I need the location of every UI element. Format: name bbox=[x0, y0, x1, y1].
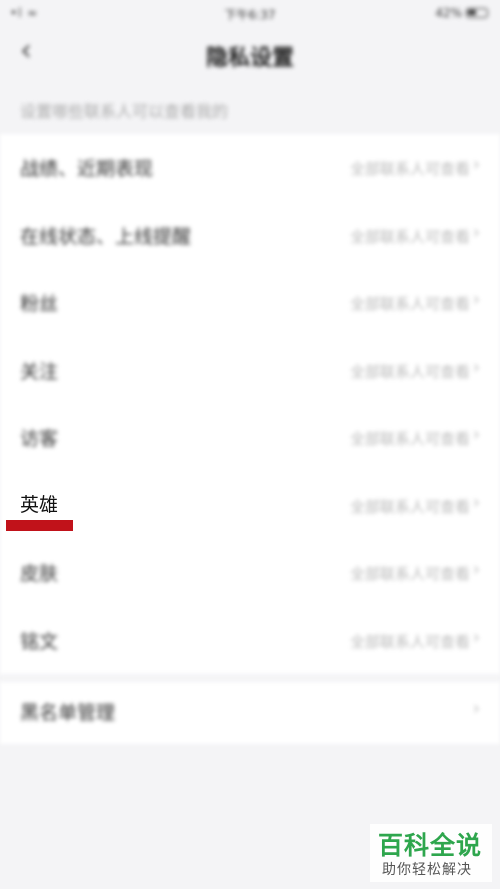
chevron-right-icon: › bbox=[472, 154, 480, 175]
nav-bar: ‹ 隐私设置 bbox=[0, 26, 500, 82]
chevron-right-icon: › bbox=[472, 424, 480, 445]
status-bar: •l ≈ 下午6:37 42% bbox=[0, 0, 500, 26]
chevron-right-icon: › bbox=[472, 698, 480, 719]
row-value: 全部联系人可查看 bbox=[349, 565, 470, 583]
battery-percent: 42% bbox=[435, 6, 462, 20]
row-label: 关注 bbox=[20, 360, 59, 383]
section-hint: 设置哪些联系人可以查看我的 bbox=[20, 102, 229, 121]
row-value: 全部联系人可查看 bbox=[349, 227, 470, 246]
chevron-right-icon: › bbox=[472, 626, 480, 648]
row-inscriptions[interactable]: 铭文 全部联系人可查看 › bbox=[0, 607, 500, 675]
chevron-right-icon: › bbox=[472, 491, 480, 513]
privacy-list: 战绩、近期表现 全部联系人可查看 › 在线状态、上线提醒 全部联系人可查看 › … bbox=[0, 134, 500, 744]
row-label: 粉丝 bbox=[20, 293, 59, 315]
status-time: 下午6:37 bbox=[224, 8, 276, 22]
page-title: 隐私设置 bbox=[205, 46, 294, 71]
chevron-right-icon: › bbox=[472, 221, 480, 243]
list-divider bbox=[0, 674, 500, 682]
row-label: 战绩、近期表现 bbox=[20, 158, 154, 180]
battery-icon bbox=[466, 8, 488, 18]
row-blacklist[interactable]: 黑名单管理 › bbox=[0, 682, 500, 744]
row-record[interactable]: 战绩、近期表现 全部联系人可查看 › bbox=[0, 134, 500, 202]
watermark-title: 百科全说 bbox=[378, 831, 483, 860]
row-visitors[interactable]: 访客 全部联系人可查看 › bbox=[0, 404, 500, 472]
row-value: 全部联系人可查看 bbox=[349, 430, 470, 448]
row-value: 全部联系人可查看 bbox=[349, 497, 470, 516]
row-label: 在线状态、上线提醒 bbox=[20, 225, 192, 248]
highlight-underline bbox=[6, 520, 73, 531]
row-value: 全部联系人可查看 bbox=[349, 295, 470, 313]
row-value: 全部联系人可查看 bbox=[349, 362, 470, 381]
row-follow[interactable]: 关注 全部联系人可查看 › bbox=[0, 337, 500, 405]
row-label: 黑名单管理 bbox=[20, 702, 116, 724]
row-skins[interactable]: 皮肤 全部联系人可查看 › bbox=[0, 539, 500, 607]
battery-status: 42% bbox=[435, 6, 488, 20]
watermark-logo: 百科全说 助你轻松解决 bbox=[370, 824, 492, 882]
row-online-status[interactable]: 在线状态、上线提醒 全部联系人可查看 › bbox=[0, 202, 500, 270]
chevron-right-icon: › bbox=[472, 559, 480, 580]
row-label: 铭文 bbox=[20, 630, 59, 653]
row-value: 全部联系人可查看 bbox=[349, 632, 470, 651]
row-label: 皮肤 bbox=[20, 563, 59, 585]
chevron-right-icon: › bbox=[472, 289, 480, 310]
row-heroes[interactable]: 英雄 全部联系人可查看 › bbox=[0, 472, 500, 540]
row-value: 全部联系人可查看 bbox=[349, 160, 470, 178]
row-label: 访客 bbox=[20, 428, 59, 450]
chevron-right-icon: › bbox=[472, 356, 480, 378]
watermark-subtitle: 助你轻松解决 bbox=[382, 862, 472, 878]
highlighted-hero-label[interactable]: 英雄 bbox=[20, 490, 58, 517]
row-fans[interactable]: 粉丝 全部联系人可查看 › bbox=[0, 269, 500, 337]
